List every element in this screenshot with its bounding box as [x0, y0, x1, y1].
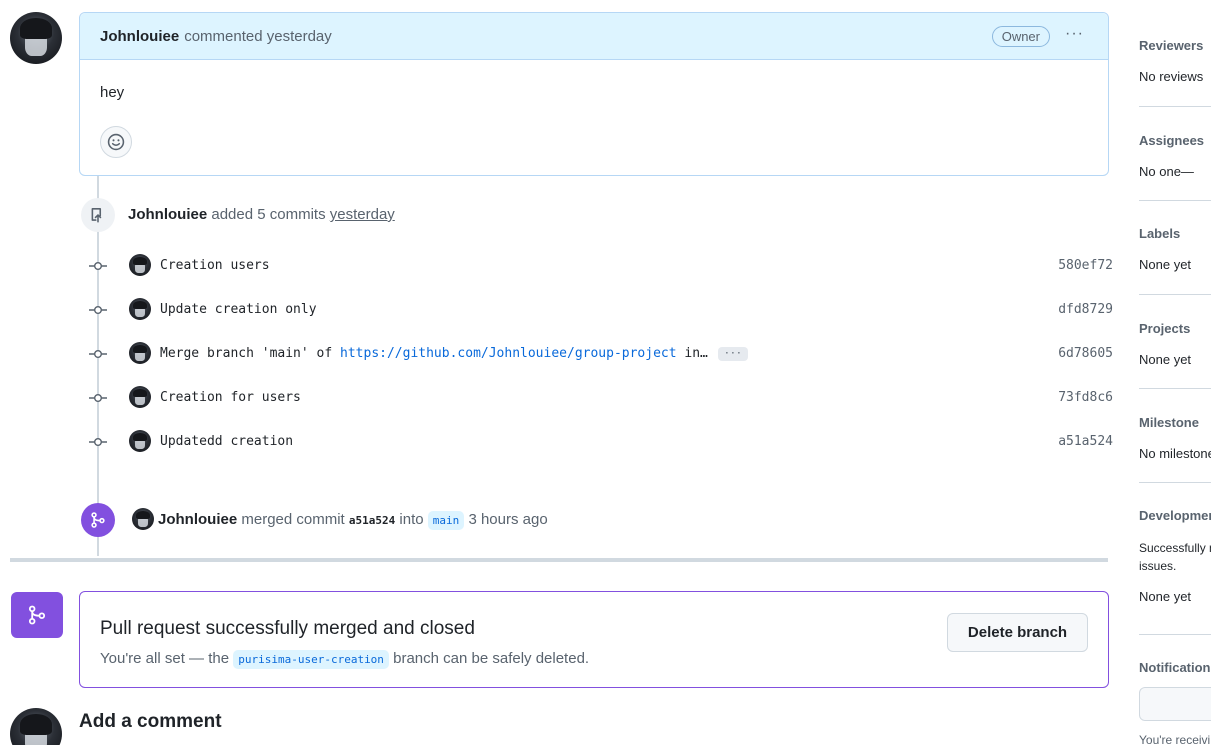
smiley-icon	[107, 133, 125, 151]
sidebar-assignees-value: No one—	[1139, 164, 1194, 179]
sidebar-milestone-value: No milestone	[1139, 446, 1211, 461]
merged-into-text: into	[399, 511, 424, 528]
commit-dot-icon	[89, 437, 107, 446]
merged-event-icon-wrap	[81, 503, 115, 537]
sidebar-labels-value: None yet	[1139, 257, 1192, 272]
comment-body: hey	[100, 84, 125, 101]
commits-event-text: Johnlouiee added 5 commits yesterday	[128, 206, 395, 223]
sidebar-reviewers-value: No reviews	[1139, 69, 1204, 84]
head-branch-pill[interactable]: purisima-user-creation	[233, 650, 389, 669]
commit-dot-icon	[89, 393, 107, 402]
commit-message-link[interactable]: https://github.com/Johnlouiee/group-proj…	[340, 346, 677, 361]
sidebar-milestone-title[interactable]: Milestone	[1139, 415, 1211, 430]
commit-sha[interactable]: 580ef72	[1058, 258, 1113, 273]
current-user-avatar[interactable]	[10, 708, 62, 745]
commit-message-suffix: in…	[676, 346, 708, 361]
commit-author-avatar[interactable]	[129, 430, 151, 452]
comment-author-avatar[interactable]	[10, 12, 62, 64]
sidebar-divider	[1139, 200, 1211, 201]
sidebar-projects: Projects None yet	[1139, 321, 1211, 367]
sidebar-development-title[interactable]: Development	[1139, 508, 1211, 523]
base-branch-pill[interactable]: main	[427, 511, 465, 530]
notifications-subscribe-button[interactable]	[1139, 687, 1211, 721]
comment-action-text: commented yesterday	[184, 27, 332, 45]
commit-sha[interactable]: a51a524	[1058, 434, 1113, 449]
sidebar-projects-value: None yet	[1139, 352, 1192, 367]
commit-message-prefix: Merge branch 'main' of	[160, 346, 341, 361]
commit-author-avatar[interactable]	[129, 298, 151, 320]
sidebar-notifications-title: Notifications	[1139, 660, 1211, 675]
commits-event-author[interactable]: Johnlouiee	[128, 206, 207, 223]
commit-author-avatar[interactable]	[129, 342, 151, 364]
expand-commit-message-button[interactable]: ···	[717, 346, 748, 361]
sidebar-notifications: Notifications	[1139, 660, 1211, 675]
sidebar-labels-title[interactable]: Labels	[1139, 226, 1211, 241]
commits-event-action: added 5 commits	[211, 206, 326, 223]
comment-menu-icon[interactable]: ···	[1065, 25, 1084, 43]
merge-status-subtitle: You're all set — the purisima-user-creat…	[100, 650, 590, 669]
sidebar-development: Development Successfully merging this pu…	[1139, 508, 1211, 604]
commit-sha[interactable]: 73fd8c6	[1058, 390, 1113, 405]
commit-sha[interactable]: 6d78605	[1058, 346, 1113, 361]
sidebar-notifications-footer: You're receiving	[1139, 733, 1211, 745]
sidebar-labels: Labels None yet	[1139, 226, 1211, 272]
git-merge-icon	[28, 605, 46, 625]
commit-message[interactable]: Updatedd creation	[160, 434, 293, 449]
commit-row: Creation for users 73fd8c6	[88, 386, 1113, 410]
sidebar-projects-title[interactable]: Projects	[1139, 321, 1211, 336]
commit-author-avatar[interactable]	[129, 254, 151, 276]
add-comment-heading: Add a comment	[79, 711, 222, 732]
git-merge-icon	[91, 512, 105, 528]
owner-badge: Owner	[991, 26, 1050, 47]
sidebar-milestone: Milestone No milestone	[1139, 415, 1211, 461]
sidebar-reviewers-title[interactable]: Reviewers	[1139, 38, 1211, 53]
sidebar-development-value2: issues.	[1139, 559, 1177, 573]
timeline-line	[97, 176, 99, 556]
merged-event-author[interactable]: Johnlouiee	[158, 511, 237, 528]
add-reaction-button[interactable]	[100, 126, 132, 158]
sidebar-assignees: Assignees No one—	[1139, 133, 1211, 179]
sidebar-divider	[1139, 294, 1211, 295]
commit-row: Update creation only dfd8729	[88, 298, 1113, 322]
merge-author-avatar[interactable]	[132, 508, 154, 530]
merge-sub-prefix: You're all set — the	[100, 650, 230, 667]
commits-event-icon-wrap	[81, 198, 115, 232]
merge-status-title: Pull request successfully merged and clo…	[100, 618, 475, 639]
commit-message[interactable]: Update creation only	[160, 302, 317, 317]
sidebar-divider	[1139, 634, 1211, 635]
commit-dot-icon	[89, 261, 107, 270]
commit-row: Updatedd creation a51a524	[88, 430, 1113, 454]
merge-sub-suffix: branch can be safely deleted.	[393, 650, 590, 667]
commit-message[interactable]: Creation for users	[160, 390, 301, 405]
sidebar-divider	[1139, 106, 1211, 107]
commit-dot-icon	[89, 305, 107, 314]
repo-push-icon	[91, 208, 102, 223]
delete-branch-button[interactable]: Delete branch	[947, 613, 1088, 652]
merged-event-text: Johnlouiee merged commit a51a524 into ma…	[158, 511, 548, 530]
comment-box: Johnlouiee commented yesterday Owner ···…	[79, 12, 1109, 176]
merge-status-icon-wrap	[11, 592, 63, 638]
commit-author-avatar[interactable]	[129, 386, 151, 408]
commit-message[interactable]: Merge branch 'main' of https://github.co…	[160, 346, 748, 361]
commits-event-time[interactable]: yesterday	[330, 206, 395, 223]
merged-event-action: merged commit	[241, 511, 345, 528]
commit-message[interactable]: Creation users	[160, 258, 270, 273]
timeline-separator	[10, 558, 1108, 562]
sidebar-development-value: Successfully merging this pull request m…	[1139, 541, 1211, 555]
merged-event-time[interactable]: 3 hours ago	[468, 511, 547, 528]
commit-row: Merge branch 'main' of https://github.co…	[88, 342, 1113, 366]
sidebar-development-value3: None yet	[1139, 589, 1192, 604]
sidebar-reviewers: Reviewers No reviews	[1139, 38, 1211, 84]
sidebar-divider	[1139, 388, 1211, 389]
pr-sidebar: Reviewers No reviews Assignees No one— L…	[1139, 0, 1211, 745]
sidebar-assignees-title[interactable]: Assignees	[1139, 133, 1211, 148]
merged-commit-sha[interactable]: a51a524	[349, 514, 395, 527]
merge-status-box: Pull request successfully merged and clo…	[79, 591, 1109, 688]
comment-header: Johnlouiee commented yesterday	[80, 13, 1108, 60]
comment-author-link[interactable]: Johnlouiee	[100, 28, 179, 45]
commit-dot-icon	[89, 349, 107, 358]
commit-row: Creation users 580ef72	[88, 254, 1113, 278]
commit-sha[interactable]: dfd8729	[1058, 302, 1113, 317]
sidebar-divider	[1139, 482, 1211, 483]
